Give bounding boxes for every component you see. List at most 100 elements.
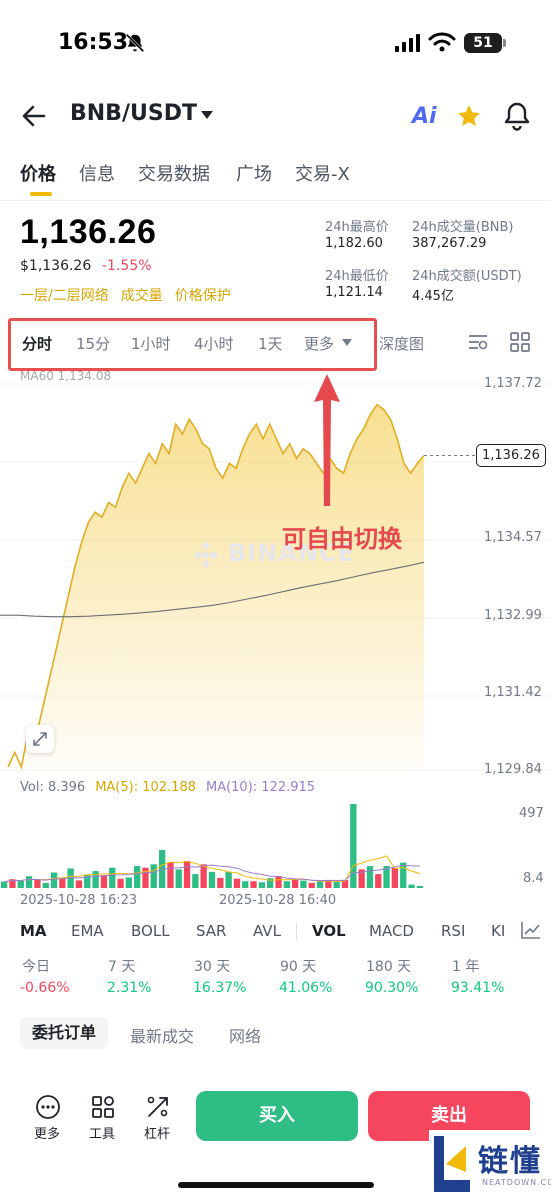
stat-vol-bnb-value: 387,267.29: [412, 236, 487, 251]
y-tick: 1,131.42: [484, 685, 542, 700]
tag-volume[interactable]: 成交量: [121, 288, 163, 304]
indicator-separator: [296, 922, 297, 940]
indicator-vol[interactable]: VOL: [312, 922, 346, 940]
indicator-kdj[interactable]: KI: [491, 922, 505, 940]
volume-bar: [150, 864, 157, 888]
perf-label-7d: 7 天: [108, 959, 136, 975]
volume-bar: [300, 880, 307, 888]
volume-bar: [192, 874, 199, 888]
indicator-ma[interactable]: MA: [20, 922, 47, 940]
volume-bar: [233, 878, 241, 888]
tag-list: 一层/二层网络 成交量 价格保护: [20, 285, 243, 305]
binance-logo-icon: [193, 541, 219, 569]
volume-bar: [167, 862, 174, 888]
annotation-text: 可自由切换: [282, 525, 402, 553]
volume-bar: [225, 871, 232, 888]
indicator-boll[interactable]: BOLL: [131, 922, 170, 940]
tab-trading-data[interactable]: 交易数据: [138, 160, 210, 186]
brand-domain: NEATDOWN.COM: [482, 1178, 551, 1187]
tools-icon[interactable]: [90, 1094, 116, 1120]
tab-network[interactable]: 网络: [229, 1023, 261, 1047]
volume-bar: [275, 876, 282, 888]
volume-bar: [17, 880, 24, 888]
vol-ma5: MA(5): 102.188: [95, 780, 196, 795]
perf-value-today: -0.66%: [20, 980, 70, 996]
vol-tick-max: 497: [519, 806, 544, 821]
ai-assistant-icon[interactable]: Ai: [412, 104, 437, 129]
x-tick: 2025-10-28 16:23: [20, 893, 138, 908]
tools-label[interactable]: 工具: [89, 1123, 115, 1142]
favorite-star-icon[interactable]: [456, 103, 482, 129]
volume-bar: [142, 867, 149, 888]
indicator-sar[interactable]: SAR: [196, 922, 226, 940]
indicator-macd[interactable]: MACD: [369, 922, 414, 940]
more-dots-icon[interactable]: [35, 1094, 61, 1120]
caret-down-icon[interactable]: [200, 110, 214, 120]
volume-bar: [250, 881, 257, 888]
x-tick: 2025-10-28 16:40: [219, 893, 337, 908]
price-chart[interactable]: [0, 366, 551, 896]
tag-layer-network[interactable]: 一层/二层网络: [20, 288, 109, 304]
leverage-label[interactable]: 杠杆: [144, 1123, 170, 1142]
depth-chart-tab[interactable]: 深度图: [379, 333, 424, 354]
indicator-ema[interactable]: EMA: [71, 922, 104, 940]
indicator-avl[interactable]: AVL: [253, 922, 281, 940]
volume-bar: [416, 886, 423, 888]
stat-low-value: 1,121.14: [325, 285, 383, 300]
volume-bar: [400, 862, 407, 888]
perf-value-90d: 41.06%: [279, 980, 333, 996]
notification-bell-icon[interactable]: [503, 101, 531, 131]
fullscreen-button[interactable]: [26, 725, 54, 753]
tabs-divider: [0, 200, 551, 201]
volume-bar: [50, 872, 58, 888]
expand-icon: [33, 732, 47, 746]
status-time: 16:53: [58, 30, 129, 55]
tab-square[interactable]: 广场: [236, 160, 272, 186]
volume-bar: [375, 874, 382, 888]
back-arrow-icon[interactable]: [20, 102, 48, 130]
tab-price[interactable]: 价格: [20, 160, 56, 186]
perf-label-30d: 30 天: [194, 959, 231, 975]
tab-info[interactable]: 信息: [79, 160, 115, 186]
volume-bar: [366, 866, 374, 888]
volume-bar: [59, 877, 66, 888]
vol-ma10: MA(10): 122.915: [205, 780, 316, 795]
perf-label-180d: 180 天: [366, 959, 412, 975]
buy-button[interactable]: 买入: [196, 1091, 358, 1141]
volume-bar: [292, 879, 299, 888]
volume-legend: Vol: 8.396 MA(5): 102.188 MA(10): 122.915: [20, 780, 325, 795]
perf-value-7d: 2.31%: [107, 980, 152, 996]
tab-open-orders[interactable]: 委托订单: [20, 1017, 108, 1049]
vol-tick-min: 8.4: [523, 871, 544, 886]
home-indicator: [178, 1182, 374, 1188]
perf-label-90d: 90 天: [280, 959, 317, 975]
stat-vol-usdt-label: 24h成交额(USDT): [412, 269, 522, 284]
indicator-settings-button[interactable]: [510, 915, 548, 945]
trading-pair-title[interactable]: BNB/USDT: [70, 101, 197, 126]
volume-bar: [125, 877, 132, 888]
interval-highlight-box: [8, 318, 377, 371]
volume-bar: [25, 876, 33, 888]
leverage-icon[interactable]: [145, 1094, 171, 1120]
volume-bar: [391, 868, 398, 888]
indicator-rsi[interactable]: RSI: [441, 922, 465, 940]
active-tab-underline: [30, 192, 52, 196]
volume-bar: [408, 884, 415, 888]
volume-bar: [109, 867, 116, 888]
more-label[interactable]: 更多: [34, 1123, 60, 1142]
volume-bar: [175, 869, 182, 888]
volume-bar: [308, 882, 315, 888]
vol-value: Vol: 8.396: [20, 780, 86, 795]
brand-logo-icon: [434, 1136, 470, 1192]
y-tick: 1,137.72: [484, 376, 542, 391]
layout-grid-icon[interactable]: [509, 331, 531, 353]
battery-nub: [503, 39, 506, 47]
tab-latest-trades[interactable]: 最新成交: [130, 1023, 194, 1047]
tag-price-protection[interactable]: 价格保护: [175, 288, 231, 304]
perf-value-1y: 93.41%: [451, 980, 505, 996]
volume-bar: [100, 875, 108, 888]
y-tick: 1,129.84: [484, 762, 542, 777]
chart-settings-icon[interactable]: [467, 332, 489, 352]
bell-off-icon: [125, 33, 145, 53]
tab-trade-x[interactable]: 交易-X: [295, 160, 350, 186]
